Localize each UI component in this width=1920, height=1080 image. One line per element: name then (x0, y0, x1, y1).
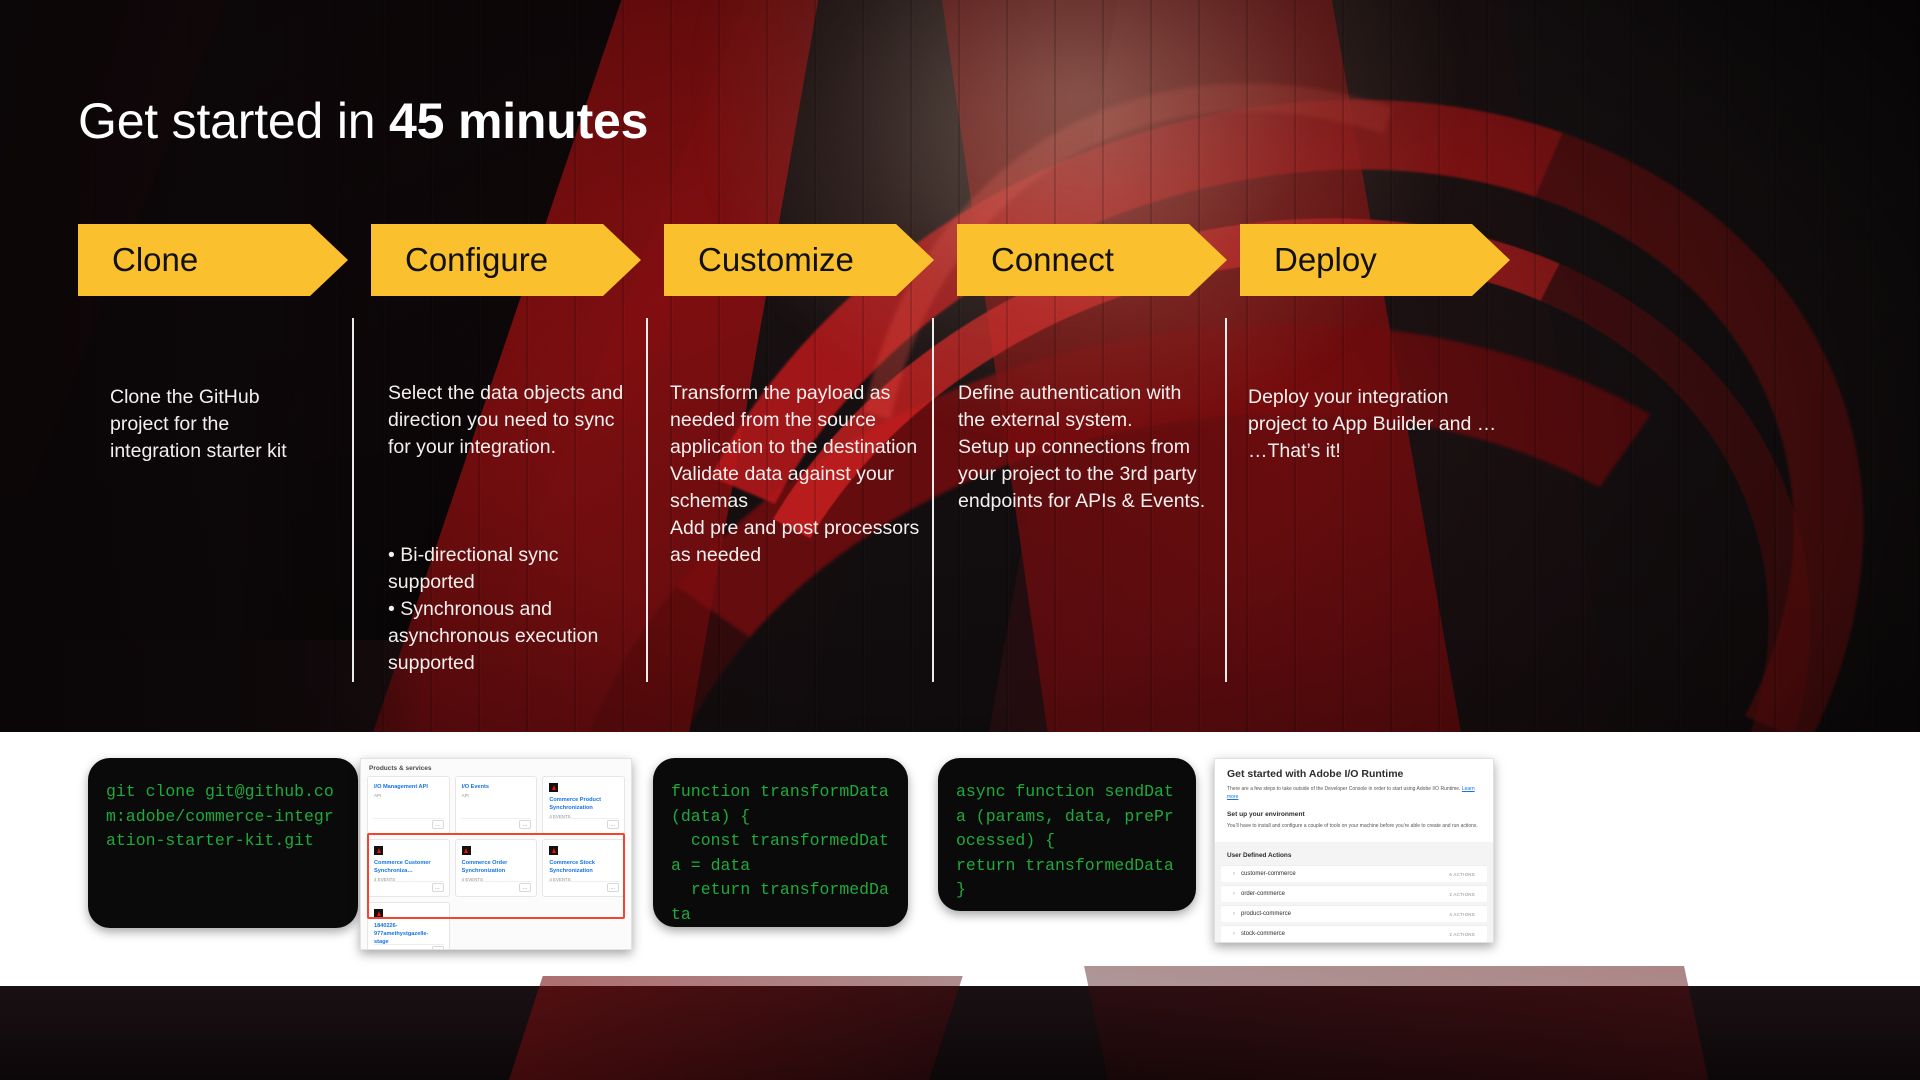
step-arrow-clone[interactable]: Clone (78, 224, 348, 296)
bottom-strip-shape-2 (1084, 966, 1716, 1080)
adobe-logo-icon (549, 783, 559, 792)
console-card-name: Commerce Product Synchronization (549, 797, 601, 811)
chevron-right-icon[interactable]: › (1233, 871, 1235, 877)
runtime-doc-subtext: You’ll have to install and configure a c… (1227, 823, 1478, 829)
step-body-paragraph: Define authentication with the external … (958, 382, 1206, 512)
thumbnail-clone-code[interactable]: git clone git@github.com:adobe/commerce-… (88, 758, 358, 928)
step-body-deploy: Deploy your integration project to App B… (1248, 330, 1498, 519)
runtime-action-left: › stock-commerce (1233, 931, 1285, 937)
thumbnail-developer-console[interactable]: Products & services I/O Management API A… (360, 758, 632, 950)
chevron-right-icon[interactable]: › (1233, 931, 1235, 937)
step-arrow-customize[interactable]: Customize (664, 224, 934, 296)
runtime-action-count: 4 ACTIONS (1449, 911, 1475, 917)
step-arrow-configure[interactable]: Configure (371, 224, 641, 296)
runtime-action-count: 2 ACTIONS (1449, 931, 1475, 937)
column-divider-2 (646, 318, 648, 682)
runtime-action-name: order-commerce (1241, 891, 1286, 897)
console-card-more-icon[interactable]: … (431, 820, 444, 829)
column-divider-4 (1225, 318, 1227, 682)
runtime-action-row[interactable]: › stock-commerce 2 ACTIONS (1221, 925, 1487, 942)
runtime-doc-intro-text: There are a few steps to take outside of… (1227, 786, 1461, 792)
console-card[interactable]: I/O Management API API … (367, 776, 450, 834)
column-divider-3 (932, 318, 934, 682)
console-card-separator (460, 818, 532, 819)
thumbnail-runtime-doc[interactable]: Get started with Adobe I/O Runtime There… (1214, 758, 1494, 943)
console-card-separator (373, 944, 444, 945)
console-card-separator (548, 818, 619, 819)
console-section-title: Products & services (369, 765, 432, 772)
console-card-name: 1840226-977amethystgazelle-stage (374, 923, 429, 945)
bottom-strip-shape-1 (497, 976, 963, 1080)
runtime-action-count: 2 ACTIONS (1449, 891, 1475, 897)
step-label-configure: Configure (405, 241, 549, 278)
steps-row: Clone Configure Customize Connect Deploy… (0, 0, 1920, 836)
step-body-paragraph: Clone the GitHub project for the integra… (110, 386, 287, 462)
runtime-action-name: customer-commerce (1241, 871, 1296, 877)
chevron-right-icon[interactable]: › (1233, 891, 1235, 897)
runtime-action-left: › product-commerce (1233, 911, 1291, 917)
runtime-action-name: stock-commerce (1241, 931, 1286, 937)
step-label-connect: Connect (991, 241, 1114, 278)
console-card[interactable]: Commerce Product Synchronization 4 EVENT… (542, 776, 625, 834)
thumbnail-send-code[interactable]: async function sendData (params, data, p… (938, 758, 1196, 911)
console-card-tag: API (374, 793, 382, 798)
console-card[interactable]: I/O Events API … (454, 776, 538, 834)
runtime-action-left: › order-commerce (1233, 891, 1285, 897)
step-body-customize: Transform the payload as needed from the… (670, 326, 928, 623)
step-label-deploy: Deploy (1274, 241, 1377, 278)
console-card-actions: 6 USER DEFINED ACTIONS (374, 949, 431, 950)
runtime-action-row[interactable]: › order-commerce 2 ACTIONS (1221, 885, 1487, 902)
runtime-doc-header: Get started with Adobe I/O Runtime There… (1215, 759, 1493, 842)
runtime-action-row[interactable]: › product-commerce 4 ACTIONS (1221, 905, 1487, 922)
chevron-right-icon[interactable]: › (1233, 911, 1235, 917)
bottom-strip (0, 966, 1920, 1080)
console-highlight-box (367, 833, 625, 919)
step-body-clone: Clone the GitHub project for the integra… (110, 330, 360, 519)
slide-root: Get started in 45 minutes Clone Configur… (0, 0, 1920, 1080)
step-arrow-connect[interactable]: Connect (957, 224, 1227, 296)
console-card-tag: API (461, 793, 469, 798)
step-label-clone: Clone (112, 241, 199, 278)
step-body-paragraph: Transform the payload as needed from the… (670, 382, 920, 566)
console-card-more-icon[interactable]: … (519, 820, 532, 829)
step-body-connect: Define authentication with the external … (958, 326, 1210, 569)
thumbnail-transform-code[interactable]: function transformData (data) { const tr… (653, 758, 908, 927)
console-card-name: I/O Management API (374, 784, 428, 790)
runtime-actions-title: User Defined Actions (1227, 852, 1292, 859)
runtime-action-left: › customer-commerce (1233, 871, 1296, 877)
console-card-name: I/O Events (461, 784, 490, 790)
runtime-action-name: product-commerce (1241, 911, 1292, 917)
step-arrow-deploy[interactable]: Deploy (1240, 224, 1510, 296)
console-card-more-icon[interactable]: … (606, 820, 619, 829)
runtime-doc-subheading: Set up your environment (1227, 811, 1305, 818)
step-body-paragraph: Select the data objects and direction yo… (388, 382, 624, 458)
console-card-more-icon[interactable]: … (431, 946, 444, 949)
step-body-paragraph: Deploy your integration project to App B… (1248, 386, 1497, 462)
runtime-action-row[interactable]: › customer-commerce 6 ACTIONS (1221, 865, 1487, 882)
console-card-separator (373, 818, 444, 819)
step-body-paragraph: • Bi-directional sync supported • Synchr… (388, 544, 599, 674)
runtime-doc-heading: Get started with Adobe I/O Runtime (1227, 768, 1404, 780)
runtime-action-count: 6 ACTIONS (1449, 871, 1475, 877)
step-label-customize: Customize (698, 241, 854, 278)
runtime-doc-intro: There are a few steps to take outside of… (1227, 785, 1481, 801)
